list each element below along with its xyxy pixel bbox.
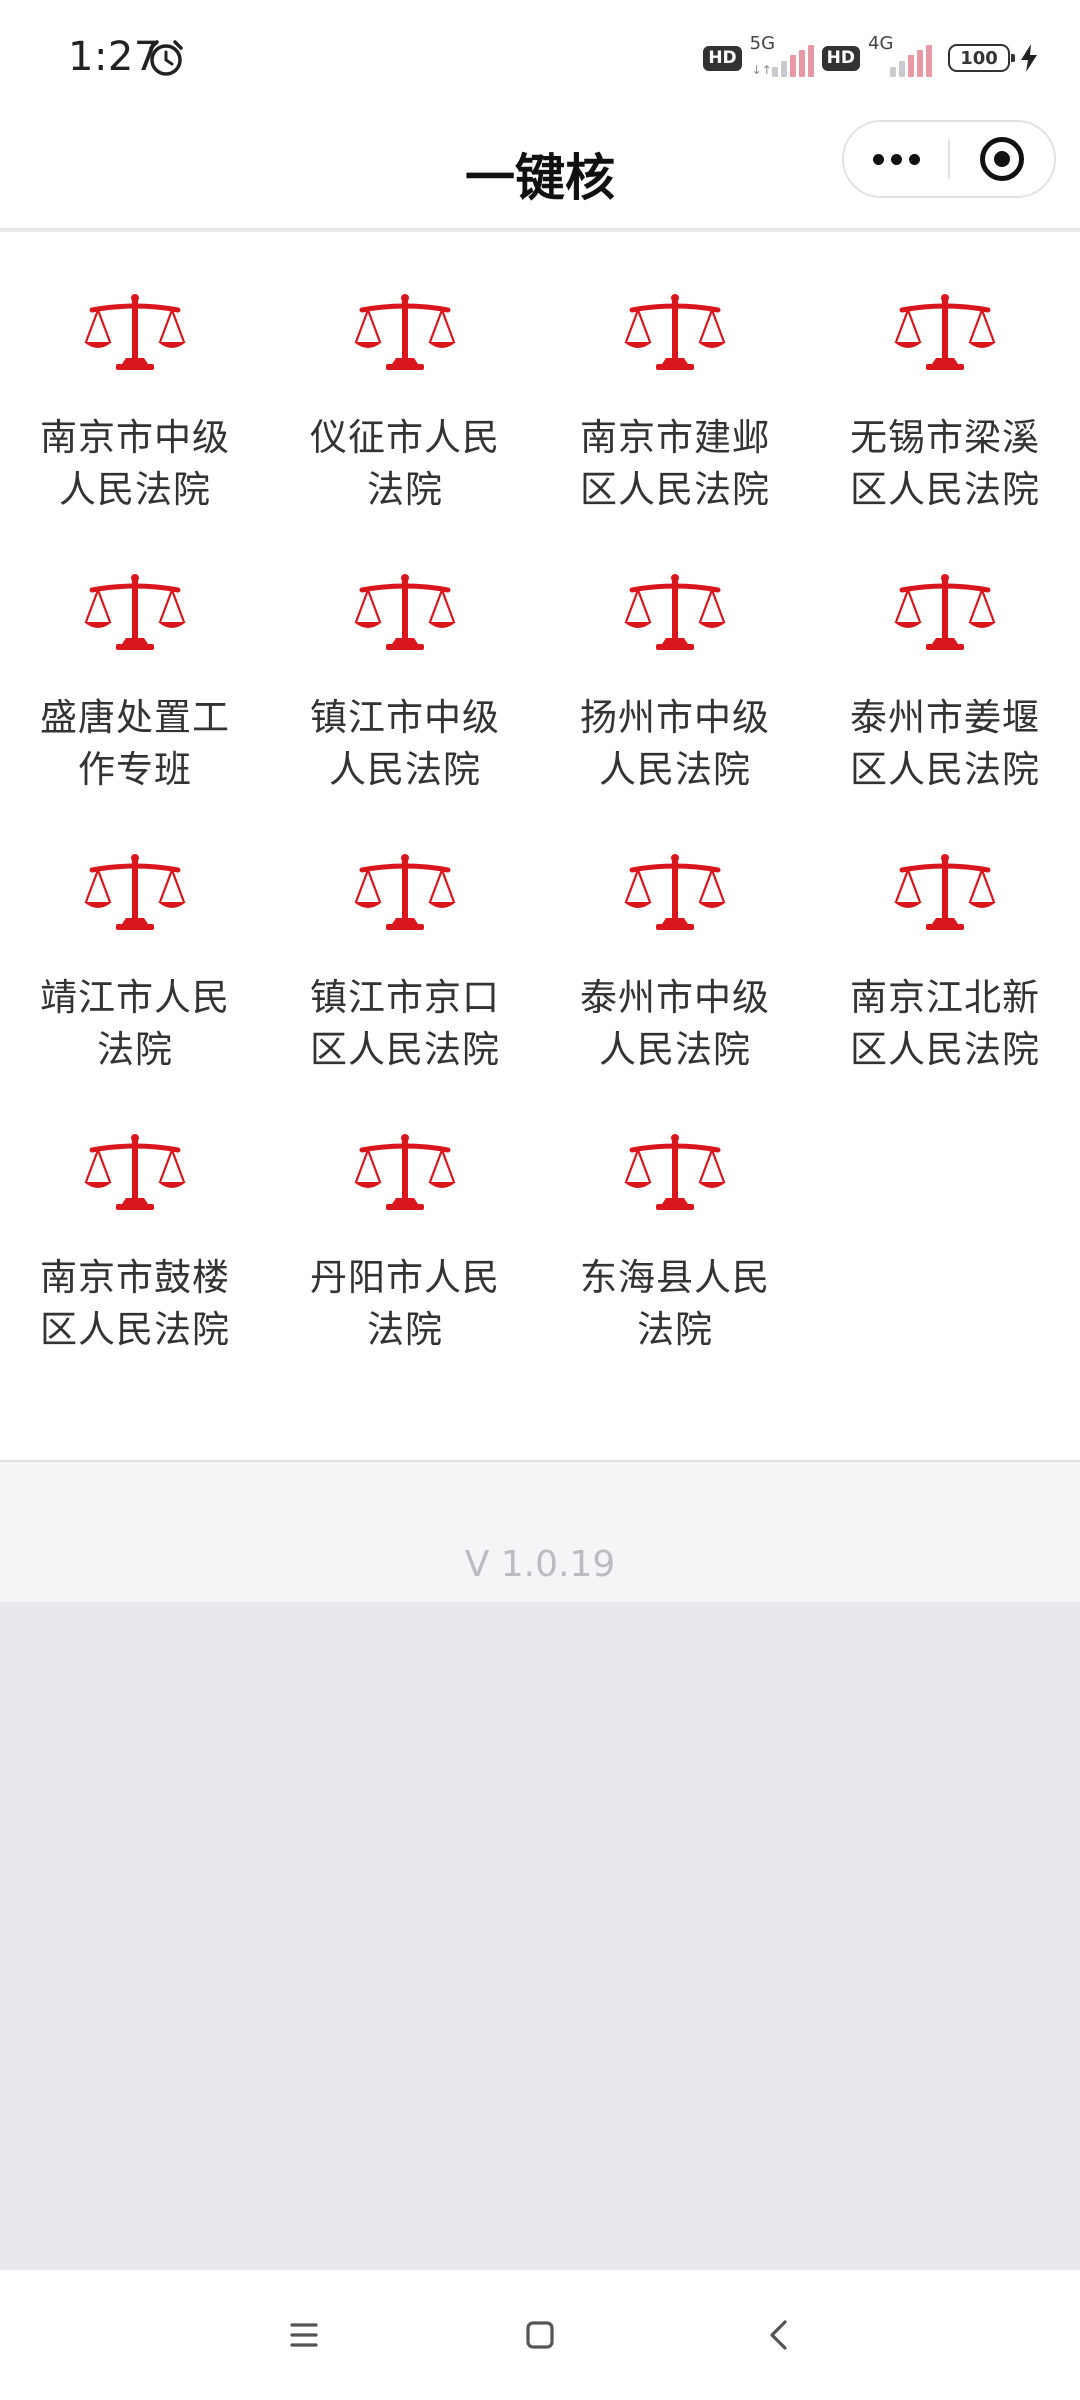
battery-icon: 100 <box>948 44 1015 72</box>
hd-badge: HD <box>821 45 860 71</box>
scales-of-justice-icon <box>624 574 726 650</box>
court-item[interactable]: 盛唐处置工作专班 <box>0 572 270 852</box>
status-bar: 1:27 HD 5G ↓↑ HD 4G 100 <box>0 0 1080 116</box>
scales-of-justice-icon <box>894 574 996 650</box>
home-button[interactable] <box>480 2270 600 2400</box>
square-home-icon <box>526 2321 554 2349</box>
scales-of-justice-icon <box>84 1134 186 1210</box>
court-item[interactable]: 无锡市梁溪区人民法院 <box>810 292 1080 572</box>
more-button[interactable] <box>844 122 948 196</box>
scales-of-justice-icon <box>624 294 726 370</box>
more-dots-icon <box>890 153 902 165</box>
court-name: 镇江市京口区人民法院 <box>310 976 500 1071</box>
court-name: 盛唐处置工作专班 <box>40 696 230 791</box>
scales-of-justice-icon <box>894 854 996 930</box>
close-button[interactable] <box>950 122 1054 196</box>
scales-of-justice-icon <box>84 294 186 370</box>
court-grid: 南京市中级人民法院 仪征市人民法院 南京市建邺区人民法院 无锡市梁溪区人民法院 … <box>0 292 1080 1412</box>
scales-of-justice-icon <box>84 854 186 930</box>
scales-of-justice-icon <box>624 1134 726 1210</box>
signal-bars-icon <box>771 45 814 77</box>
court-name: 仪征市人民法院 <box>310 416 500 511</box>
court-name: 南京市建邺区人民法院 <box>580 416 770 511</box>
court-item[interactable]: 靖江市人民法院 <box>0 852 270 1132</box>
court-list-panel: 南京市中级人民法院 仪征市人民法院 南京市建邺区人民法院 无锡市梁溪区人民法院 … <box>0 232 1080 1462</box>
charging-bolt-icon <box>1021 44 1037 72</box>
scales-of-justice-icon <box>354 574 456 650</box>
court-item[interactable]: 镇江市中级人民法院 <box>270 572 540 852</box>
menu-button[interactable] <box>244 2270 364 2400</box>
court-item[interactable]: 泰州市姜堰区人民法院 <box>810 572 1080 852</box>
court-name: 扬州市中级人民法院 <box>580 696 770 791</box>
court-item[interactable]: 东海县人民法院 <box>540 1132 810 1412</box>
scales-of-justice-icon <box>354 854 456 930</box>
court-name: 镇江市中级人民法院 <box>310 696 500 791</box>
court-name: 南京市鼓楼区人民法院 <box>40 1256 230 1351</box>
scales-of-justice-icon <box>894 294 996 370</box>
menu-lines-icon <box>290 2323 318 2347</box>
court-name: 东海县人民法院 <box>580 1256 770 1351</box>
court-item[interactable]: 南京市建邺区人民法院 <box>540 292 810 572</box>
alarm-clock-icon <box>149 40 183 76</box>
court-item[interactable]: 仪征市人民法院 <box>270 292 540 572</box>
back-button[interactable] <box>720 2270 840 2400</box>
chevron-left-icon <box>770 2320 787 2350</box>
scales-of-justice-icon <box>354 294 456 370</box>
system-nav-bar <box>0 2270 1080 2400</box>
court-item[interactable]: 镇江市京口区人民法院 <box>270 852 540 1132</box>
court-name: 无锡市梁溪区人民法院 <box>850 416 1040 511</box>
more-dots-icon <box>908 153 920 165</box>
court-item[interactable]: 南京市鼓楼区人民法院 <box>0 1132 270 1412</box>
court-item[interactable]: 泰州市中级人民法院 <box>540 852 810 1132</box>
version-area: V 1.0.19 <box>0 1462 1080 1602</box>
court-name: 丹阳市人民法院 <box>310 1256 500 1351</box>
scales-of-justice-icon <box>354 1134 456 1210</box>
court-item[interactable]: 丹阳市人民法院 <box>270 1132 540 1412</box>
scales-of-justice-icon <box>84 574 186 650</box>
court-name: 靖江市人民法院 <box>40 976 230 1071</box>
version-label: V 1.0.19 <box>464 1544 616 1585</box>
court-item[interactable]: 南京江北新区人民法院 <box>810 852 1080 1132</box>
signal-4g: 4G <box>868 33 932 83</box>
target-close-icon <box>979 137 1024 181</box>
more-dots-icon <box>872 153 884 165</box>
court-name: 泰州市中级人民法院 <box>580 976 770 1071</box>
court-item[interactable]: 扬州市中级人民法院 <box>540 572 810 852</box>
court-item[interactable]: 南京市中级人民法院 <box>0 292 270 572</box>
hd-badge: HD <box>703 45 742 71</box>
mini-program-capsule <box>842 120 1056 198</box>
court-name: 泰州市姜堰区人民法院 <box>850 696 1040 791</box>
court-name: 南京市中级人民法院 <box>40 416 230 511</box>
signal-bars-icon <box>890 45 932 77</box>
nav-bar: 一键核 <box>0 116 1080 230</box>
court-name: 南京江北新区人民法院 <box>850 976 1040 1071</box>
scales-of-justice-icon <box>624 854 726 930</box>
status-indicators: HD 5G ↓↑ HD 4G 100 <box>703 30 1040 86</box>
signal-5g: 5G ↓↑ <box>750 33 814 83</box>
battery-level: 100 <box>960 47 998 69</box>
